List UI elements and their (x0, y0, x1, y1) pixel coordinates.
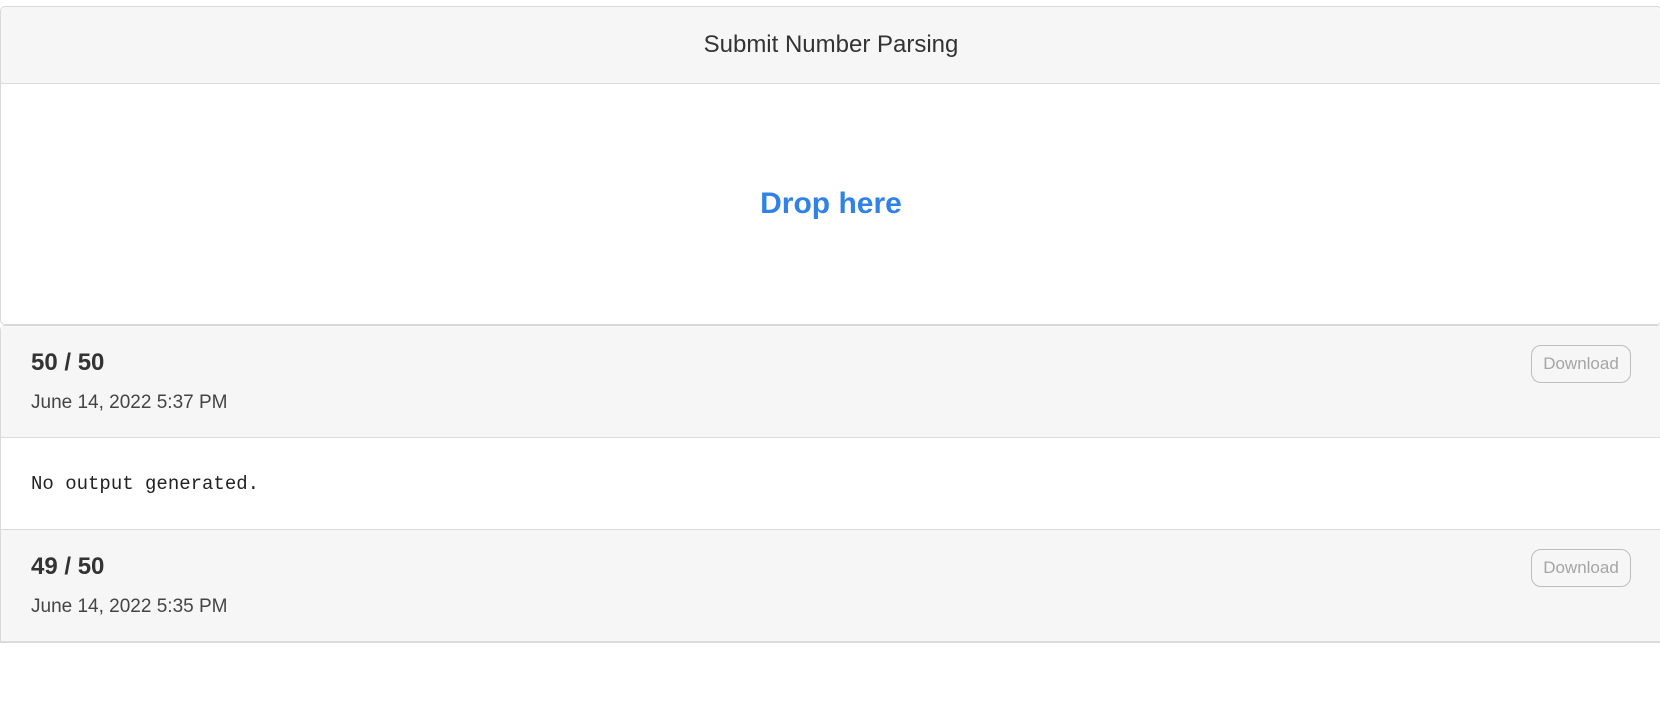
page-frame: Submit Number Parsing Drop here 50 / 50 … (0, 6, 1660, 706)
file-dropzone[interactable]: Drop here (1, 84, 1660, 324)
download-button[interactable]: Download (1531, 345, 1631, 383)
result-header: 49 / 50 June 14, 2022 5:35 PM Download (1, 530, 1660, 642)
submit-card-title: Submit Number Parsing (703, 31, 959, 58)
dropzone-label: Drop here (760, 187, 902, 220)
result-timestamp: June 14, 2022 5:35 PM (31, 596, 228, 617)
result-score: 50 / 50 (31, 349, 105, 376)
result-header: 50 / 50 June 14, 2022 5:37 PM Download (1, 326, 1660, 438)
submit-card-header: Submit Number Parsing (1, 7, 1660, 84)
result-card: 49 / 50 June 14, 2022 5:35 PM Download (0, 530, 1660, 643)
submit-card: Submit Number Parsing Drop here (0, 6, 1660, 325)
result-card: 50 / 50 June 14, 2022 5:37 PM Download N… (0, 325, 1660, 530)
result-output: No output generated. (1, 438, 1660, 529)
download-button[interactable]: Download (1531, 549, 1631, 587)
result-score: 49 / 50 (31, 553, 105, 580)
result-timestamp: June 14, 2022 5:37 PM (31, 392, 228, 413)
result-output-text: No output generated. (31, 472, 260, 495)
